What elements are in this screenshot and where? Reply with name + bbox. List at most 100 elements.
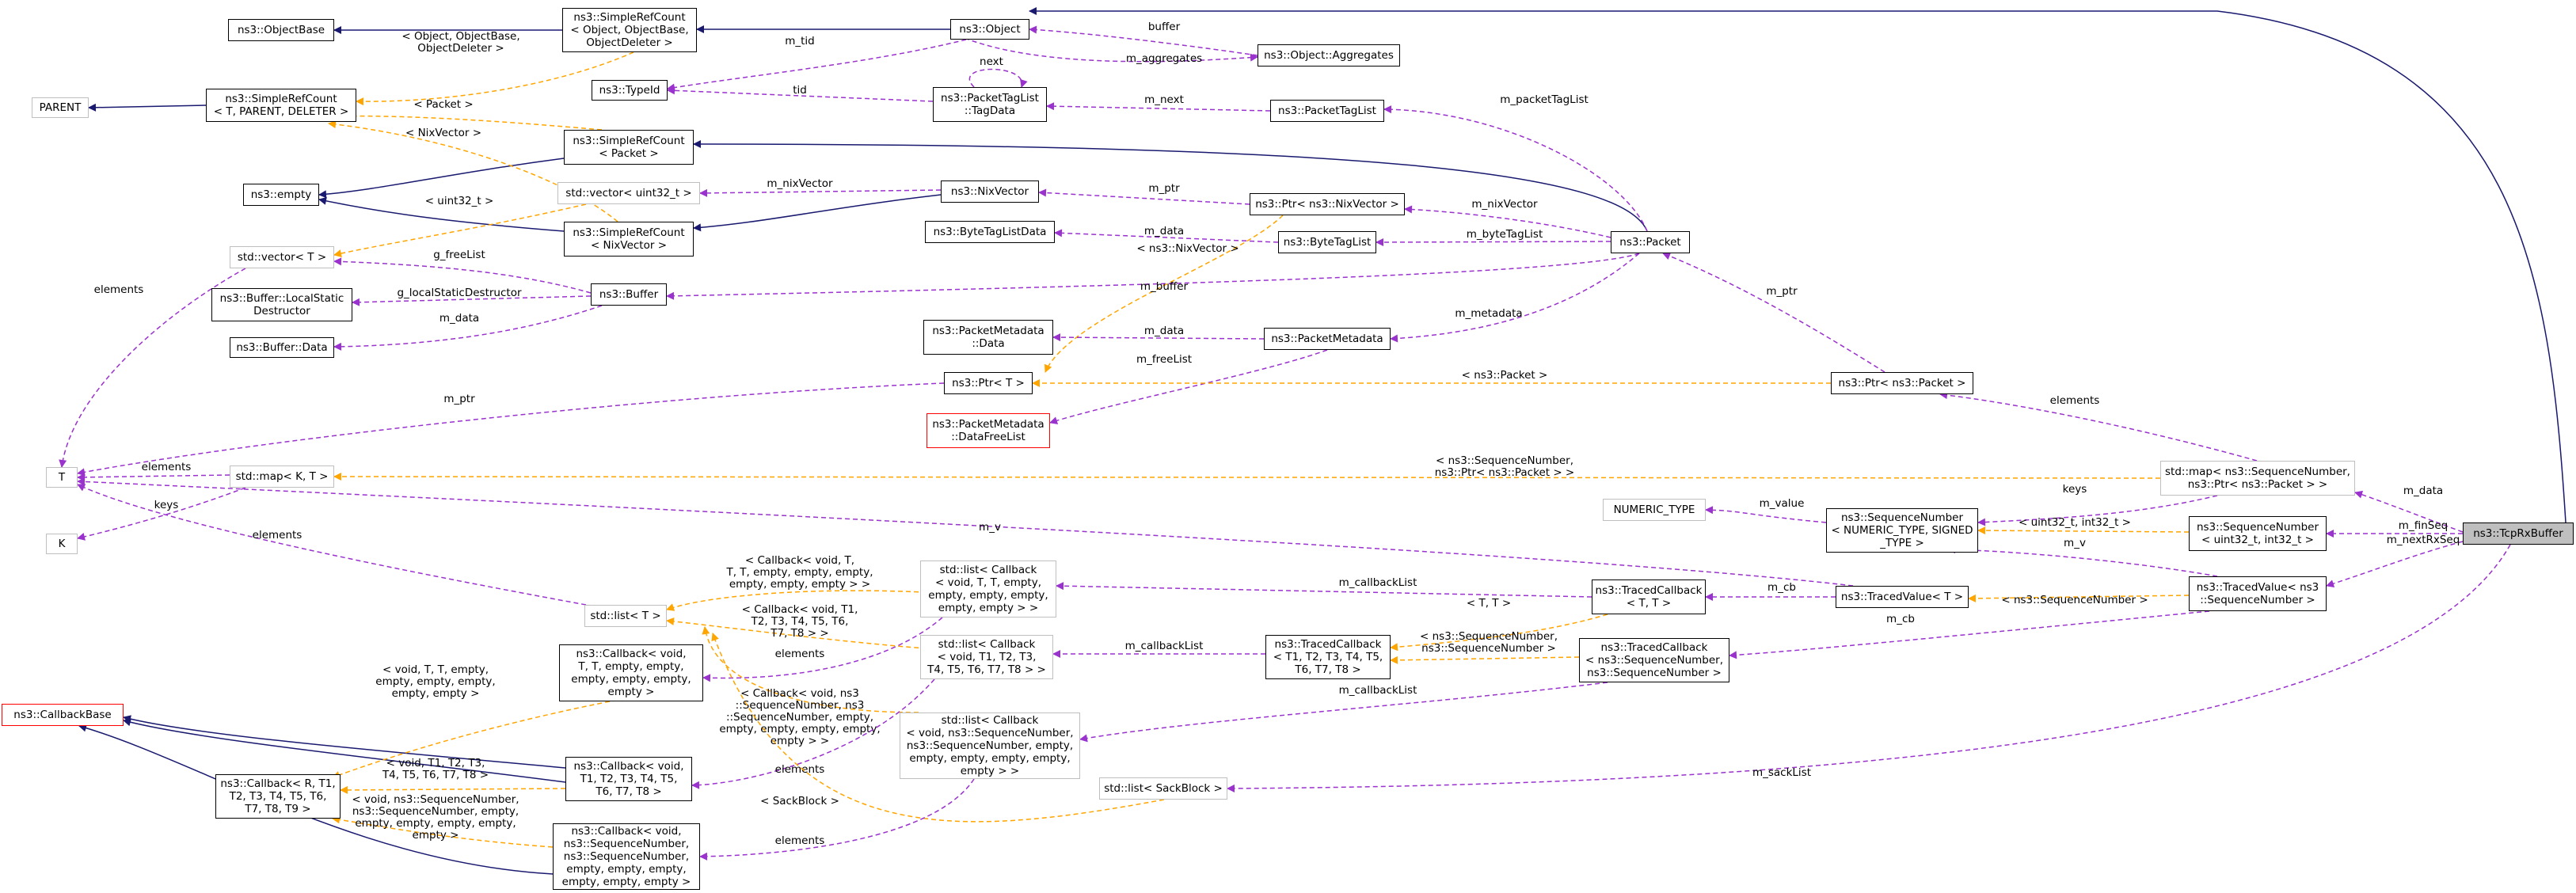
- node-list-callback-t1[interactable]: std::list< Callback < void, T1, T2, T3, …: [920, 635, 1053, 679]
- node-packet[interactable]: ns3::Packet: [1611, 231, 1690, 253]
- node-packetmetadata[interactable]: ns3::PacketMetadata: [1264, 328, 1391, 350]
- edge-label-tpl-tt: < T, T >: [1467, 597, 1511, 610]
- node-parent[interactable]: PARENT: [32, 97, 89, 118]
- edge-label-tid: tid: [793, 84, 807, 97]
- edge-label-tpl-cb-void-t1: < Callback< void, T1, T2, T3, T4, T5, T6,…: [742, 603, 858, 640]
- edge-label-tpl-void-seq: < void, ns3::SequenceNumber, ns3::Sequenc…: [352, 793, 519, 842]
- node-tcprxbuffer[interactable]: ns3::TcpRxBuffer: [2463, 522, 2574, 545]
- template-edge: [1044, 215, 1284, 373]
- usage-edge: [1056, 582, 1592, 598]
- inheritance-edge: [318, 158, 565, 199]
- node-k[interactable]: K: [46, 534, 78, 554]
- node-tracedcallback-t1[interactable]: ns3::TracedCallback < T1, T2, T3, T4, T5…: [1265, 635, 1391, 679]
- node-packetmetadata-data[interactable]: ns3::PacketMetadata ::Data: [923, 320, 1053, 355]
- node-map-seq-ptr-packet[interactable]: std::map< ns3::SequenceNumber, ns3::Ptr<…: [2160, 461, 2355, 496]
- node-sequencenumber-u32[interactable]: ns3::SequenceNumber < uint32_t, int32_t …: [2189, 516, 2327, 551]
- node-t[interactable]: T: [46, 467, 78, 488]
- node-list-sackblock[interactable]: std::list< SackBlock >: [1099, 777, 1227, 800]
- node-list-callback-seq[interactable]: std::list< Callback < void, ns3::Sequenc…: [900, 712, 1080, 779]
- edge-label-elements-cbt1: elements: [775, 763, 825, 776]
- node-buffer-localstaticdestructor[interactable]: ns3::Buffer::LocalStatic Destructor: [211, 288, 352, 321]
- node-objectbase[interactable]: ns3::ObjectBase: [228, 19, 334, 41]
- usage-edge: [1390, 253, 1640, 343]
- edge-label-m-value: m_value: [1760, 497, 1805, 510]
- edge-label-m-data-pm: m_data: [1144, 325, 1184, 337]
- edge-label-elements-mapkt: elements: [142, 461, 192, 473]
- edge-label-m-data-buf: m_data: [439, 312, 479, 325]
- edge-label-tpl-cb-seq-list: < Callback< void, ns3::SequenceNumber, n…: [719, 687, 880, 747]
- edge-label-srcount-oboo-objectbase: < Object, ObjectBase, ObjectDeleter >: [401, 30, 519, 55]
- edge-label-m-nextrxseq: m_nextRxSeq: [2387, 534, 2460, 546]
- node-callback-void-t1[interactable]: ns3::Callback< void, T1, T2, T3, T4, T5,…: [565, 757, 692, 801]
- node-ptr-packet[interactable]: ns3::Ptr< ns3::Packet >: [1831, 372, 1973, 394]
- edge-label-elements-map: elements: [2050, 394, 2100, 407]
- usage-edge: [77, 473, 230, 481]
- node-vector-uint32[interactable]: std::vector< uint32_t >: [557, 182, 700, 204]
- node-srcount-nixvector[interactable]: ns3::SimpleRefCount < NixVector >: [564, 222, 694, 256]
- edge-label-m-next: m_next: [1144, 93, 1184, 106]
- usage-edge: [77, 382, 945, 477]
- node-tracedcallback-seq[interactable]: ns3::TracedCallback < ns3::SequenceNumbe…: [1579, 638, 1729, 682]
- edge-label-m-callbacklist-seq: m_callbackList: [1339, 684, 1417, 697]
- node-bytetaglist[interactable]: ns3::ByteTagList: [1278, 231, 1376, 253]
- edge-label-m-ptr-nix: m_ptr: [1148, 182, 1180, 195]
- node-empty[interactable]: ns3::empty: [243, 184, 319, 206]
- template-edge: [1977, 526, 2190, 535]
- edge-label-keys-mapkt: keys: [154, 499, 179, 511]
- node-packettaglist-tagdata[interactable]: ns3::PacketTagList ::TagData: [933, 87, 1047, 122]
- inheritance-edge: [123, 715, 566, 769]
- edge-label-tpl-cb-void-t: < Callback< void, T, T, T, empty, empty, …: [725, 554, 873, 591]
- edge-label-g-localstaticdestructor: g_localStaticDestructor: [397, 287, 521, 299]
- node-ptr-nixvector[interactable]: ns3::Ptr< ns3::NixVector >: [1250, 193, 1405, 215]
- node-srcount-object-objectbase[interactable]: ns3::SimpleRefCount < Object, ObjectBase…: [562, 8, 697, 52]
- edge-label-buffer: buffer: [1148, 21, 1181, 33]
- node-callback-generic[interactable]: ns3::Callback< R, T1, T2, T3, T4, T5, T6…: [215, 774, 341, 819]
- node-tracedcallback-t-t[interactable]: ns3::TracedCallback < T, T >: [1592, 580, 1706, 614]
- usage-edge: [1383, 105, 1648, 232]
- node-tracedvalue-seq[interactable]: ns3::TracedValue< ns3 ::SequenceNumber >: [2189, 576, 2327, 611]
- node-list-callback-t[interactable]: std::list< Callback < void, T, T, empty,…: [920, 560, 1056, 618]
- node-numeric-type[interactable]: NUMERIC_TYPE: [1603, 499, 1706, 521]
- node-callbackbase[interactable]: ns3::CallbackBase: [2, 704, 124, 726]
- usage-edge: [1729, 610, 2210, 659]
- node-map-k-t[interactable]: std::map< K, T >: [230, 466, 334, 488]
- edge-label-m-callbacklist-tt: m_callbackList: [1339, 576, 1417, 589]
- node-callback-void-seq[interactable]: ns3::Callback< void, ns3::SequenceNumber…: [553, 823, 700, 890]
- edge-label-m-bytetaglist: m_byteTagList: [1467, 228, 1543, 241]
- node-srcount-t-parent-deleter[interactable]: ns3::SimpleRefCount < T, PARENT, DELETER…: [206, 89, 356, 122]
- edge-label-m-metadata: m_metadata: [1455, 307, 1522, 320]
- node-callback-void-t[interactable]: ns3::Callback< void, T, T, empty, empty,…: [559, 644, 703, 701]
- edge-label-m-v-tv: m_v: [2064, 537, 2086, 549]
- node-ptr-t[interactable]: ns3::Ptr< T >: [944, 372, 1033, 394]
- node-buffer[interactable]: ns3::Buffer: [591, 283, 667, 306]
- usage-edge: [1376, 238, 1611, 246]
- edge-label-m-sacklist: m_sackList: [1752, 766, 1811, 779]
- edge-label-m-buffer: m_buffer: [1140, 280, 1189, 293]
- node-object[interactable]: ns3::Object: [950, 19, 1029, 40]
- node-srcount-packet[interactable]: ns3::SimpleRefCount < Packet >: [564, 130, 694, 165]
- usage-edge: [1038, 188, 1250, 205]
- edge-label-tpl-void-t1: < void, T1, T2, T3, T4, T5, T6, T7, T8 >: [382, 757, 489, 781]
- node-bytetaglistdata[interactable]: ns3::ByteTagListData: [925, 221, 1055, 243]
- edge-label-tpl-uint32: < uint32_t >: [425, 195, 494, 207]
- usage-edge: [1046, 102, 1271, 112]
- node-nixvector[interactable]: ns3::NixVector: [941, 180, 1039, 203]
- node-packettaglist[interactable]: ns3::PacketTagList: [1270, 100, 1384, 122]
- node-typeid[interactable]: ns3::TypeId: [592, 80, 668, 101]
- usage-edge: [667, 39, 967, 92]
- edge-label-m-callbacklist-t1: m_callbackList: [1125, 640, 1204, 652]
- node-buffer-data[interactable]: ns3::Buffer::Data: [230, 337, 334, 358]
- node-tracedvalue-t[interactable]: ns3::TracedValue< T >: [1836, 586, 1969, 608]
- edge-label-m-freelist: m_freeList: [1136, 353, 1192, 366]
- node-packetmetadata-datafreelist[interactable]: ns3::PacketMetadata ::DataFreeList: [927, 413, 1050, 448]
- edge-label-m-ptr-t: m_ptr: [443, 393, 475, 405]
- node-list-t[interactable]: std::list< T >: [584, 605, 667, 627]
- edge-label-m-nixvector: m_nixVector: [1471, 198, 1538, 211]
- edge-label-elements-cbt: elements: [775, 648, 825, 660]
- node-object-aggregates[interactable]: ns3::Object::Aggregates: [1258, 44, 1400, 66]
- node-sequencenumber-generic[interactable]: ns3::SequenceNumber < NUMERIC_TYPE, SIGN…: [1826, 508, 1978, 553]
- node-vector-t[interactable]: std::vector< T >: [230, 246, 334, 268]
- edge-label-elements-list: elements: [253, 529, 302, 542]
- edge-label-m-nixvector-vec: m_nixVector: [767, 177, 833, 190]
- usage-edge: [1052, 333, 1265, 342]
